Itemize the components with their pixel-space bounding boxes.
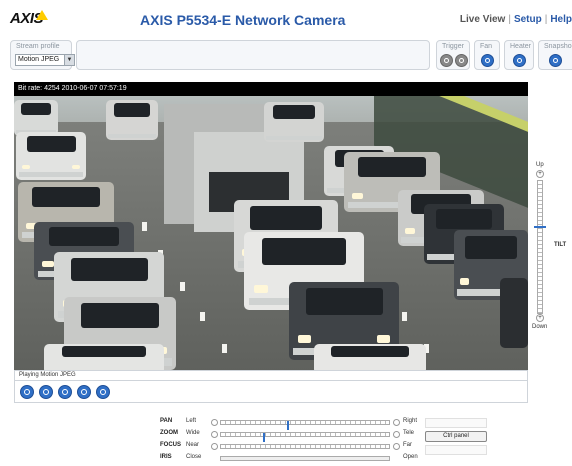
car — [264, 102, 324, 142]
tilt-down-label: Down — [532, 324, 548, 330]
top-nav: Live View | Setup | Help — [460, 14, 572, 25]
nav-setup[interactable]: Setup — [514, 14, 542, 25]
iris-slider[interactable] — [220, 456, 390, 461]
side-box — [425, 418, 487, 428]
video-overlay-text: Bit rate: 4254 2010-06-07 07:57:19 — [14, 82, 528, 96]
heater-icon[interactable] — [513, 54, 526, 67]
stream-profile-box: Stream profile Motion JPEG ▼ — [10, 40, 75, 70]
lane-marking — [222, 344, 227, 353]
focus-min-label: Near — [186, 442, 200, 448]
focus-near-button[interactable] — [211, 443, 218, 450]
pan-left-button[interactable] — [211, 419, 218, 426]
car — [16, 132, 86, 180]
zoom-label: ZOOM — [160, 430, 178, 436]
focus-slider[interactable] — [220, 444, 390, 449]
zoom-slider[interactable] — [220, 432, 390, 442]
record-icon[interactable] — [58, 385, 72, 399]
trigger-io-icon[interactable] — [440, 54, 453, 67]
fan-icon[interactable] — [481, 54, 494, 67]
focus-row: FOCUS Near Far — [160, 442, 572, 452]
tilt-slider[interactable] — [537, 180, 543, 314]
snapshot-icon[interactable] — [39, 385, 53, 399]
focus-max-label: Far — [403, 442, 412, 448]
tilt-up-label: Up — [536, 162, 544, 168]
snapshot-icon[interactable] — [549, 54, 562, 67]
trigger-label: Trigger — [442, 43, 464, 50]
pan-min-label: Left — [186, 418, 197, 424]
zoom-tele-button[interactable] — [393, 431, 400, 438]
stream-profile-select[interactable]: Motion JPEG ▼ — [15, 54, 75, 66]
car — [44, 344, 164, 370]
stop-icon[interactable] — [20, 385, 34, 399]
iris-max-label: Open — [403, 454, 418, 460]
zoom-wide-button[interactable] — [211, 431, 218, 438]
car — [314, 344, 426, 370]
zoom-max-label: Tele — [403, 430, 415, 436]
nav-help[interactable]: Help — [550, 14, 572, 25]
zoom-slider-thumb[interactable] — [263, 433, 265, 442]
tilt-slider-thumb[interactable] — [534, 226, 546, 228]
nav-live-view[interactable]: Live View — [460, 14, 505, 25]
pan-max-label: Right — [403, 418, 418, 424]
live-video-view[interactable]: Bit rate: 4254 2010-06-07 07:57:19 — [14, 82, 528, 370]
toolbar-spacer — [76, 40, 430, 70]
iris-row: IRIS Close Open — [160, 454, 572, 464]
lane-marking — [200, 312, 205, 321]
trigger-box: Trigger — [436, 40, 470, 70]
side-box — [425, 445, 487, 455]
pan-slider-thumb[interactable] — [287, 421, 289, 430]
zoom-min-label: Wide — [186, 430, 200, 436]
trigger-io-icon[interactable] — [455, 54, 468, 67]
focus-label: FOCUS — [160, 442, 181, 448]
lane-marking — [142, 222, 147, 231]
iris-min-label: Close — [186, 454, 202, 460]
snapshot-label: Snapsho — [544, 43, 572, 50]
car — [106, 100, 158, 140]
iris-label: IRIS — [160, 454, 172, 460]
pan-row: PAN Left Right — [160, 418, 572, 430]
video-status: Playing Motion JPEG — [14, 370, 528, 381]
nav-separator: | — [544, 14, 548, 25]
heater-box: Heater — [504, 40, 534, 70]
camera-live-view-page: AXIS AXIS P5534-E Network Camera Live Vi… — [0, 0, 572, 466]
chevron-down-icon: ▼ — [64, 55, 74, 65]
car — [500, 278, 528, 348]
stream-profile-value: Motion JPEG — [18, 56, 60, 63]
fan-box: Fan — [474, 40, 500, 70]
focus-far-button[interactable] — [393, 443, 400, 450]
page-title: AXIS P5534-E Network Camera — [140, 12, 346, 28]
lane-marking — [402, 312, 407, 321]
ctrl-panel-button[interactable]: Ctrl panel — [425, 431, 487, 442]
pan-right-button[interactable] — [393, 419, 400, 426]
fullscreen-icon[interactable] — [96, 385, 110, 399]
axis-logo-triangle-icon — [36, 10, 48, 20]
video-control-bar — [14, 381, 528, 403]
pan-label: PAN — [160, 418, 173, 424]
stream-profile-label: Stream profile — [16, 43, 60, 50]
snapshot-box: Snapsho — [538, 40, 572, 70]
tilt-label: TILT — [554, 242, 567, 248]
tilt-up-button[interactable]: + — [536, 170, 544, 178]
lane-marking — [180, 282, 185, 291]
fan-label: Fan — [480, 43, 493, 50]
nav-separator: | — [508, 14, 511, 25]
heater-label: Heater — [510, 43, 532, 50]
car — [14, 100, 58, 136]
zoom-row: ZOOM Wide Tele — [160, 430, 572, 442]
tilt-down-button[interactable]: + — [536, 314, 544, 322]
pan-slider[interactable] — [220, 420, 390, 430]
audio-icon[interactable] — [77, 385, 91, 399]
